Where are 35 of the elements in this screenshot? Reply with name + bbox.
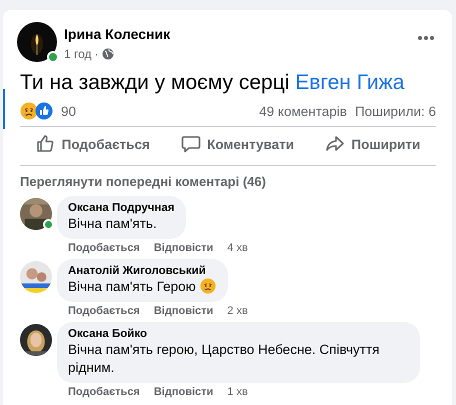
like-icon: [36, 134, 56, 154]
comment-text: Вічна пам'ять Герою: [68, 279, 196, 294]
shares-count[interactable]: Поширили: 6: [354, 104, 436, 118]
sad-emoji-icon: [20, 102, 38, 120]
reply-link[interactable]: Відповісти: [154, 305, 214, 317]
view-previous-comments-link[interactable]: Переглянути попередні коментарі (46): [20, 174, 266, 189]
tagged-person-link[interactable]: Евген Гижа: [295, 71, 404, 94]
post-time[interactable]: 1 год: [64, 47, 92, 61]
comments-count[interactable]: 49 коментарів: [259, 104, 347, 118]
comment-button[interactable]: Коментувати: [175, 129, 300, 159]
comment-text: Вічна пам'ять герою, Царство Небесне. Співчуття рідним.: [68, 342, 380, 375]
commenter-name[interactable]: Анатолій Жиголовський: [68, 265, 216, 277]
commenter-name[interactable]: Оксана Подручная: [68, 202, 174, 214]
comment-icon: [181, 134, 202, 154]
like-reaction-icon: [35, 102, 53, 120]
separator: ·: [94, 47, 99, 61]
globe-icon: [102, 48, 114, 60]
reply-link[interactable]: Відповісти: [154, 386, 214, 398]
like-link[interactable]: Подобається: [68, 386, 140, 398]
comment-time: 1 хв: [227, 386, 248, 398]
comment-text: Вічна пам'ять.: [68, 216, 157, 231]
reply-link[interactable]: Відповісти: [154, 242, 214, 254]
comment-time: 2 хв: [227, 305, 248, 317]
more-options-icon: [418, 36, 434, 40]
like-button[interactable]: Подобається: [30, 129, 156, 159]
comment-time: 4 хв: [227, 242, 248, 254]
author-name[interactable]: Ірина Колесник: [64, 26, 170, 42]
like-link[interactable]: Подобається: [68, 305, 140, 317]
commenter-name[interactable]: Оксана Бойко: [68, 328, 408, 340]
post-text: Ти на завжди у моєму серці: [20, 71, 290, 94]
share-icon: [325, 134, 346, 154]
share-button[interactable]: Поширити: [319, 129, 426, 159]
reaction-count[interactable]: 90: [61, 104, 76, 118]
like-link[interactable]: Подобається: [68, 242, 140, 254]
focus-indicator: [3, 89, 5, 129]
